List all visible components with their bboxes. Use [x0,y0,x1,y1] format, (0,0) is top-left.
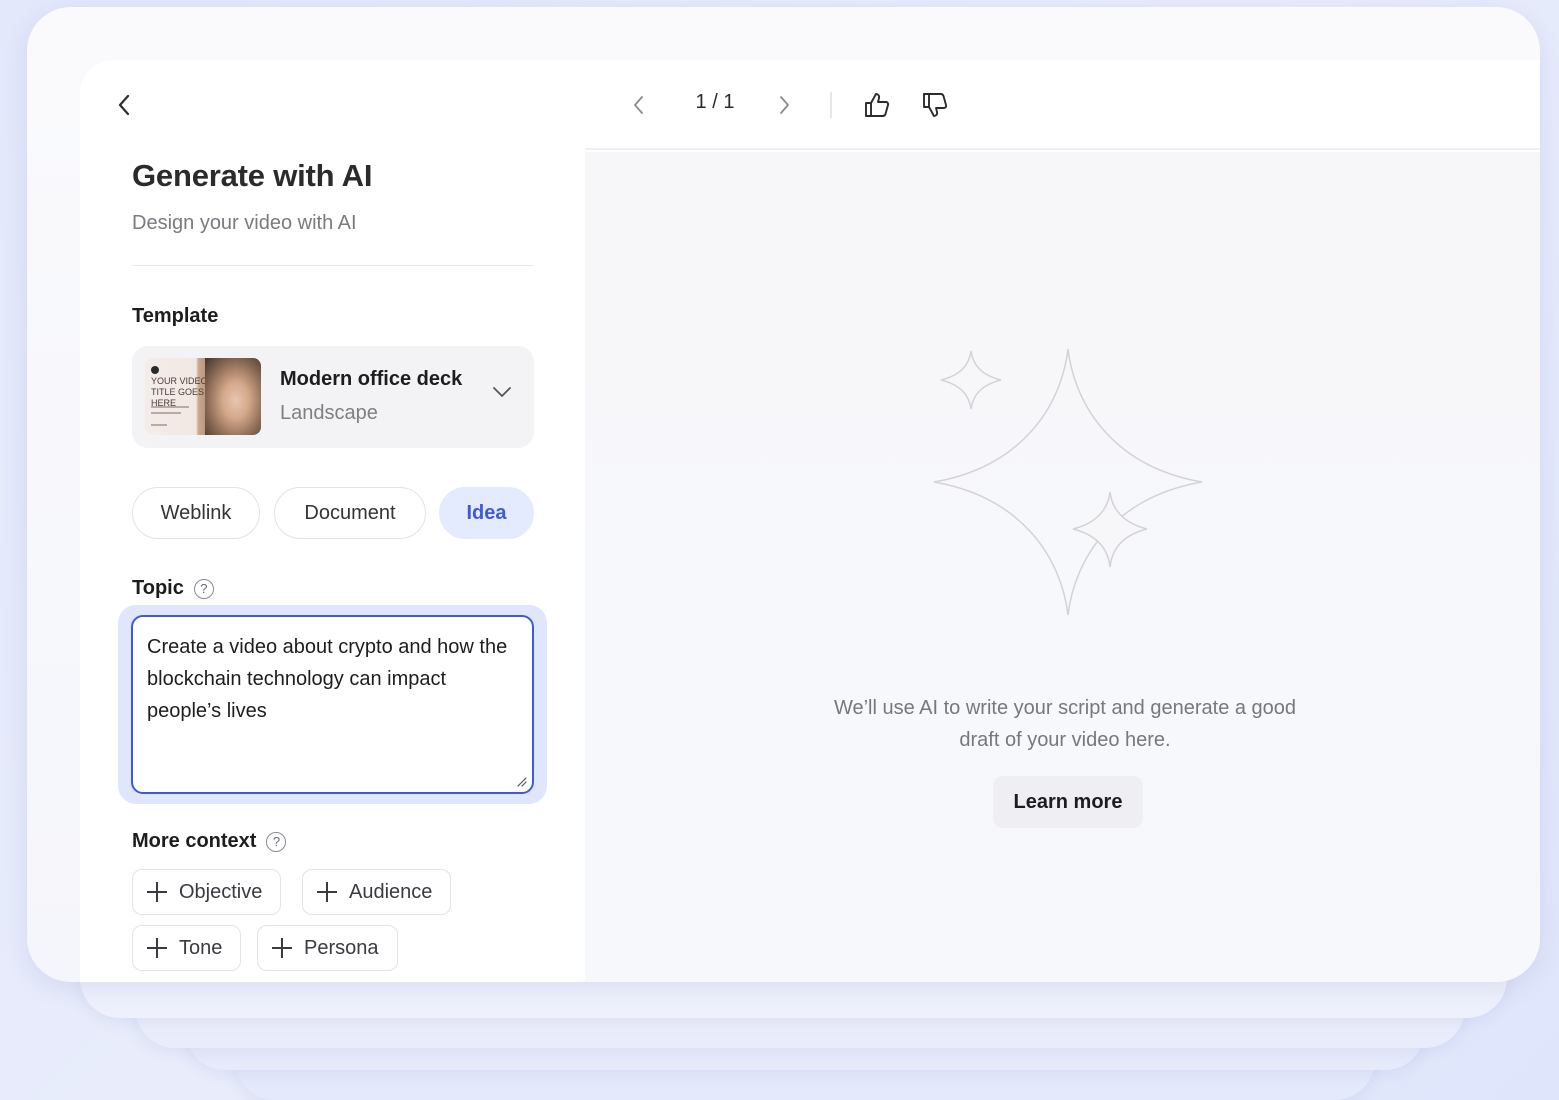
add-audience-chip[interactable]: Audience [302,869,452,915]
thumbnail-line [151,424,167,426]
thumbs-up-icon [865,93,890,117]
help-icon[interactable]: ? [193,578,214,599]
template-thumbnail: YOUR VIDEO TITLE GOES HERE [145,358,261,435]
divider [132,265,534,266]
template-label: Template [132,305,218,328]
plus-icon [147,938,167,958]
plus-icon [147,882,167,902]
dislike-button[interactable] [918,88,952,122]
help-icon[interactable]: ? [266,831,287,852]
tab-weblink[interactable]: Weblink [132,487,260,539]
preview-panel: 1 / 1 We’ll use AI to write your script … [585,60,1540,982]
thumbs-down-icon [923,93,948,117]
thumbnail-text: YOUR VIDEO TITLE GOES HERE [151,376,208,408]
settings-panel: Generate with AI Design your video with … [80,60,585,982]
template-orientation: Landscape [280,402,378,424]
topic-focus-ring: Create a video about crypto and how the … [118,605,547,804]
app-window: Generate with AI Design your video with … [27,7,1540,982]
chevron-left-icon [118,94,130,116]
learn-more-button[interactable]: Learn more [993,776,1143,828]
chevron-left-icon [634,96,643,114]
page-counter: 1 / 1 [695,91,735,113]
page-title: Generate with AI [132,158,373,193]
toolbar-separator [830,92,832,118]
like-button[interactable] [860,88,894,122]
back-button[interactable] [112,90,136,120]
resize-handle-icon[interactable] [515,775,527,787]
plus-icon [317,882,337,902]
template-selector[interactable]: YOUR VIDEO TITLE GOES HERE Modern office… [132,346,534,448]
chevron-right-icon [780,96,789,114]
template-name: Modern office deck [280,368,463,390]
chip-label: Tone [179,936,223,959]
template-label-text: Template [132,305,219,327]
next-page-button[interactable] [770,90,800,120]
sparkles-icon [933,348,1203,616]
topic-text: Create a video about crypto and how the … [147,636,508,722]
more-context-label: More context ? [132,830,287,853]
tab-document[interactable]: Document [274,487,426,539]
add-objective-chip[interactable]: Objective [132,869,282,915]
page-subtitle: Design your video with AI [132,212,357,234]
topic-label-text: Topic [132,577,184,599]
preview-toolbar: 1 / 1 [585,60,1540,150]
tab-idea[interactable]: Idea [439,487,534,539]
generate-dialog: Generate with AI Design your video with … [80,60,1540,982]
plus-icon [272,938,292,958]
chip-label: Objective [179,880,263,903]
preview-empty-state: We’ll use AI to write your script and ge… [585,152,1540,982]
chip-label: Audience [349,880,433,903]
prev-page-button[interactable] [623,90,653,120]
topic-textarea[interactable]: Create a video about crypto and how the … [131,615,534,794]
chevron-down-icon [493,387,511,397]
thumbnail-dot [151,366,159,374]
thumbnail-photo [205,358,261,435]
more-context-label-text: More context [132,830,257,852]
topic-label: Topic ? [132,577,214,600]
add-persona-chip[interactable]: Persona [257,925,398,971]
empty-state-message: We’ll use AI to write your script and ge… [833,697,1297,751]
add-tone-chip[interactable]: Tone [132,925,242,971]
thumbnail-line [151,406,189,408]
chip-label: Persona [304,936,379,959]
thumbnail-line [151,412,181,414]
